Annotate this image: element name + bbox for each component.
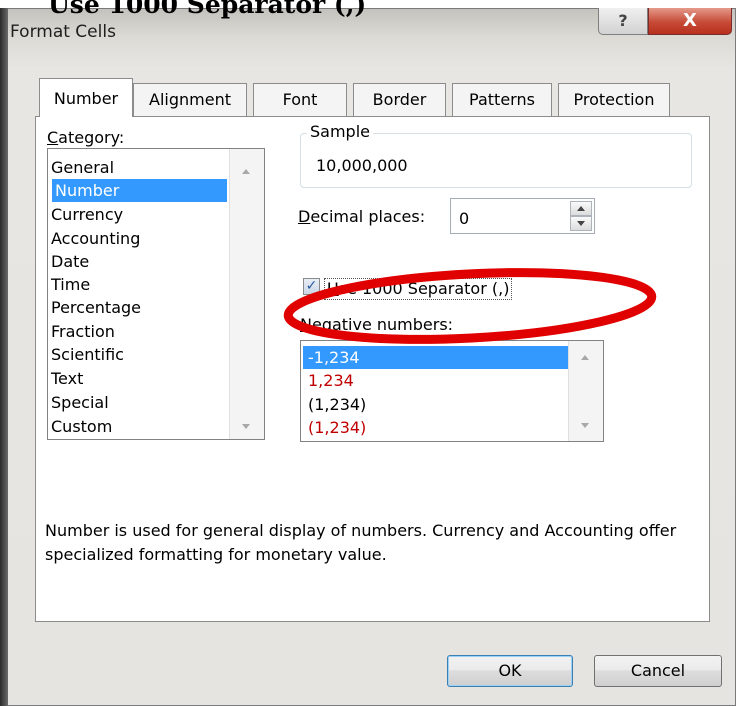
spin-down-button[interactable] xyxy=(570,216,592,231)
category-item-time[interactable]: Time xyxy=(51,273,90,296)
spin-up-button[interactable] xyxy=(570,201,592,216)
scroll-down-icon[interactable] xyxy=(581,423,589,428)
dialog-title: Format Cells xyxy=(10,22,116,42)
decimal-places-spinner[interactable]: 0 xyxy=(450,198,595,234)
sample-legend: Sample xyxy=(307,122,373,142)
category-item-text[interactable]: Text xyxy=(51,367,83,390)
spin-down-icon xyxy=(577,221,585,226)
decimal-places-label: Decimal places: xyxy=(298,207,426,226)
close-button[interactable]: X xyxy=(648,8,732,35)
ok-button[interactable]: OK xyxy=(447,655,573,687)
tab-alignment[interactable]: Alignment xyxy=(133,83,247,116)
tab-protection[interactable]: Protection xyxy=(558,83,670,116)
category-item-percentage[interactable]: Percentage xyxy=(51,296,141,319)
tab-border[interactable]: Border xyxy=(353,83,446,116)
sample-value: 10,000,000 xyxy=(316,156,408,175)
category-item-fraction[interactable]: Fraction xyxy=(51,320,115,343)
category-scrollbar[interactable] xyxy=(229,149,264,439)
help-icon: ? xyxy=(618,11,628,30)
scroll-up-icon[interactable] xyxy=(242,169,250,174)
annotation-ellipse xyxy=(283,268,657,344)
category-item-general[interactable]: General xyxy=(51,156,114,179)
close-icon: X xyxy=(683,10,697,31)
category-item-currency[interactable]: Currency xyxy=(51,203,123,226)
negative-option-4[interactable]: (1,234) xyxy=(308,416,366,439)
category-item-custom[interactable]: Custom xyxy=(51,415,112,438)
help-button[interactable]: ? xyxy=(598,8,648,35)
category-item-scientific[interactable]: Scientific xyxy=(51,343,124,366)
category-description: Number is used for general display of nu… xyxy=(45,521,677,564)
cancel-button[interactable]: Cancel xyxy=(594,655,722,687)
category-item-number[interactable]: Number xyxy=(52,179,227,202)
tab-number[interactable]: Number xyxy=(39,78,133,117)
category-label: Category: xyxy=(47,128,125,147)
negative-option-2[interactable]: 1,234 xyxy=(308,369,354,392)
slide-caption: Use 1000 Separator (,) xyxy=(48,0,367,19)
category-list[interactable]: General Number Currency Accounting Date … xyxy=(47,148,265,440)
tab-font[interactable]: Font xyxy=(253,83,347,116)
spin-up-icon xyxy=(577,206,585,211)
scroll-down-icon[interactable] xyxy=(242,424,250,429)
category-item-date[interactable]: Date xyxy=(51,250,89,273)
category-item-special[interactable]: Special xyxy=(51,391,109,414)
tab-patterns[interactable]: Patterns xyxy=(452,83,552,116)
negative-option-3[interactable]: (1,234) xyxy=(308,393,366,416)
decimal-places-value[interactable]: 0 xyxy=(459,209,469,229)
window-edge xyxy=(0,8,8,706)
category-item-accounting[interactable]: Accounting xyxy=(51,227,140,250)
